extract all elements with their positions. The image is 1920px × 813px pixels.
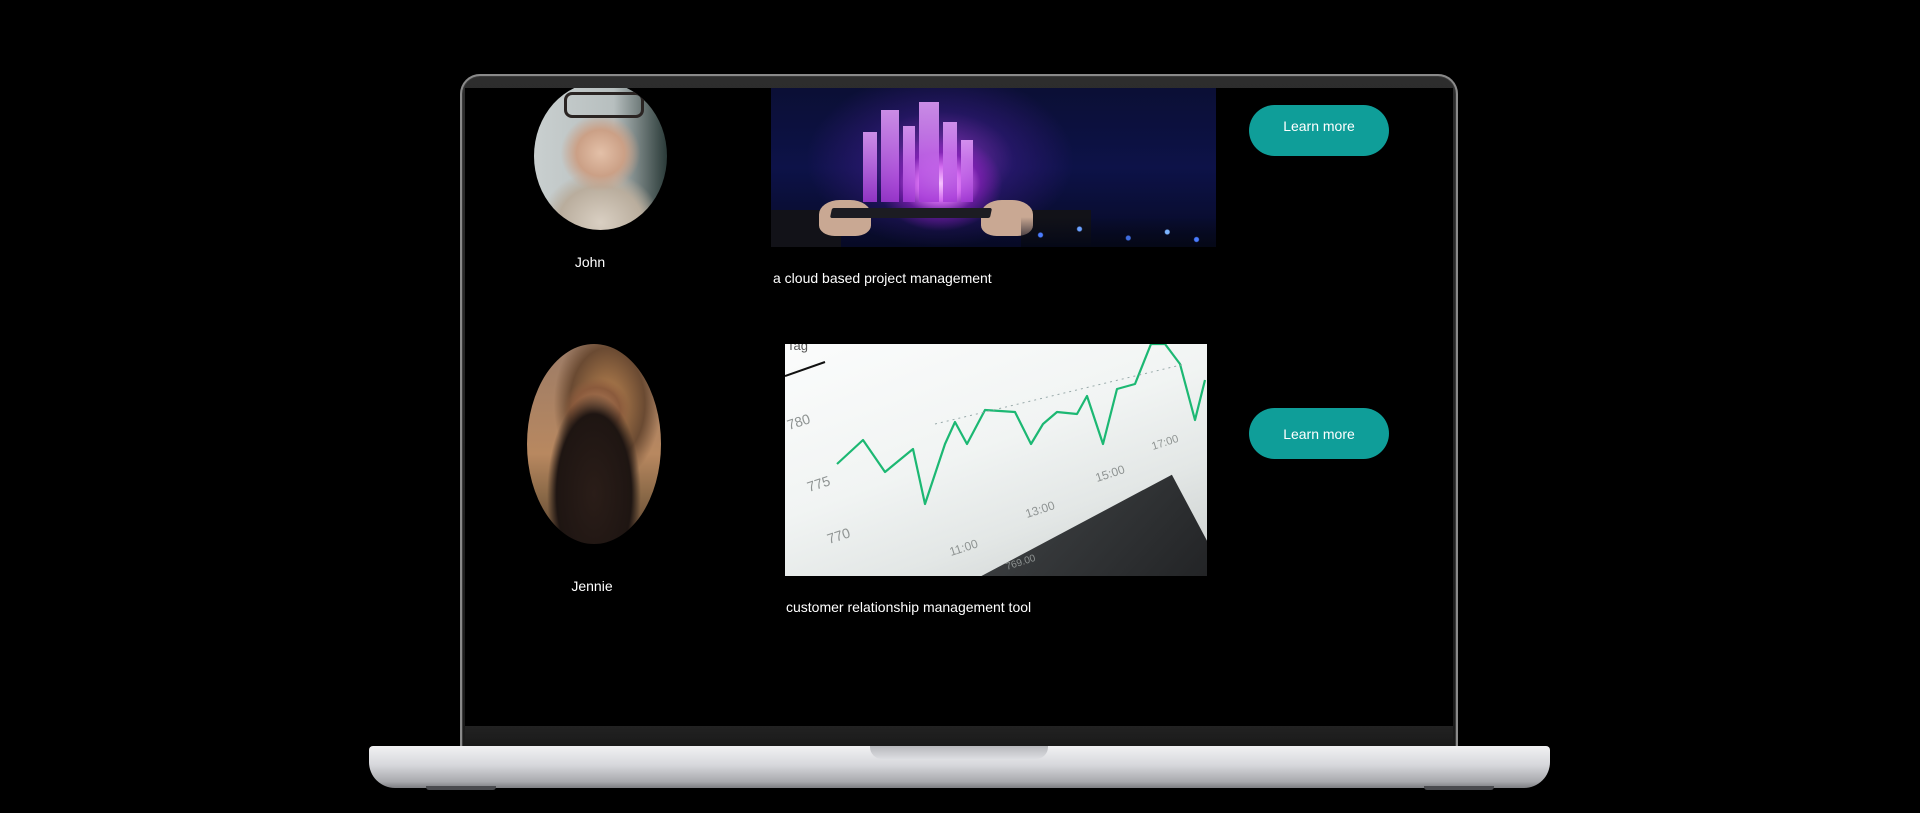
- city-tower: [881, 110, 899, 202]
- x-sub-label: 769.00: [1005, 553, 1038, 573]
- chart-tag-label: Tag: [787, 344, 808, 353]
- crm-chart-image: Tag 780 775 770 11:00 13:00 15:00 17:00 …: [785, 344, 1207, 576]
- y-tick-label: 780: [785, 410, 812, 433]
- x-tick-label: 11:00: [948, 536, 980, 558]
- city-tower: [961, 140, 973, 202]
- screen-bottom-bezel: [465, 726, 1453, 746]
- city-tower: [863, 132, 877, 202]
- laptop-screen: John a cloud based project management Le…: [465, 88, 1453, 726]
- city-tower: [919, 102, 939, 202]
- chart-tag-underline: [785, 361, 826, 377]
- hand-left: [819, 200, 871, 236]
- person-name-jennie: Jennie: [571, 578, 613, 594]
- card-description-crm: customer relationship management tool: [786, 599, 1032, 615]
- glasses-detail: [564, 92, 644, 118]
- chart-series-line: [836, 344, 1207, 506]
- x-tick-label: 17:00: [1150, 433, 1180, 453]
- city-lights: [1021, 217, 1216, 247]
- laptop-foot: [1424, 786, 1494, 790]
- chart-dotted-trend: [934, 363, 1186, 425]
- laptop-lid-notch: [870, 746, 1048, 759]
- card-description-project-management: a cloud based project management: [773, 270, 992, 286]
- y-tick-label: 770: [825, 524, 852, 547]
- y-tick-label: 775: [805, 472, 832, 495]
- x-tick-label: 15:00: [1094, 462, 1127, 485]
- city-tower: [903, 126, 915, 202]
- avatar-john: [534, 88, 667, 230]
- learn-more-button-crm[interactable]: Learn more: [1249, 408, 1389, 459]
- project-management-image: [771, 88, 1216, 247]
- learn-more-button-project-management[interactable]: Learn more: [1249, 105, 1389, 156]
- person-name-john: John: [574, 254, 606, 270]
- laptop-foot: [426, 786, 496, 790]
- avatar-jennie: [527, 344, 661, 544]
- tablet-device: [829, 208, 993, 218]
- x-tick-label: 13:00: [1024, 498, 1057, 521]
- stage: John a cloud based project management Le…: [0, 0, 1920, 813]
- city-tower: [943, 122, 957, 202]
- stock-chart-graphic: Tag 780 775 770 11:00 13:00 15:00 17:00 …: [785, 344, 1207, 573]
